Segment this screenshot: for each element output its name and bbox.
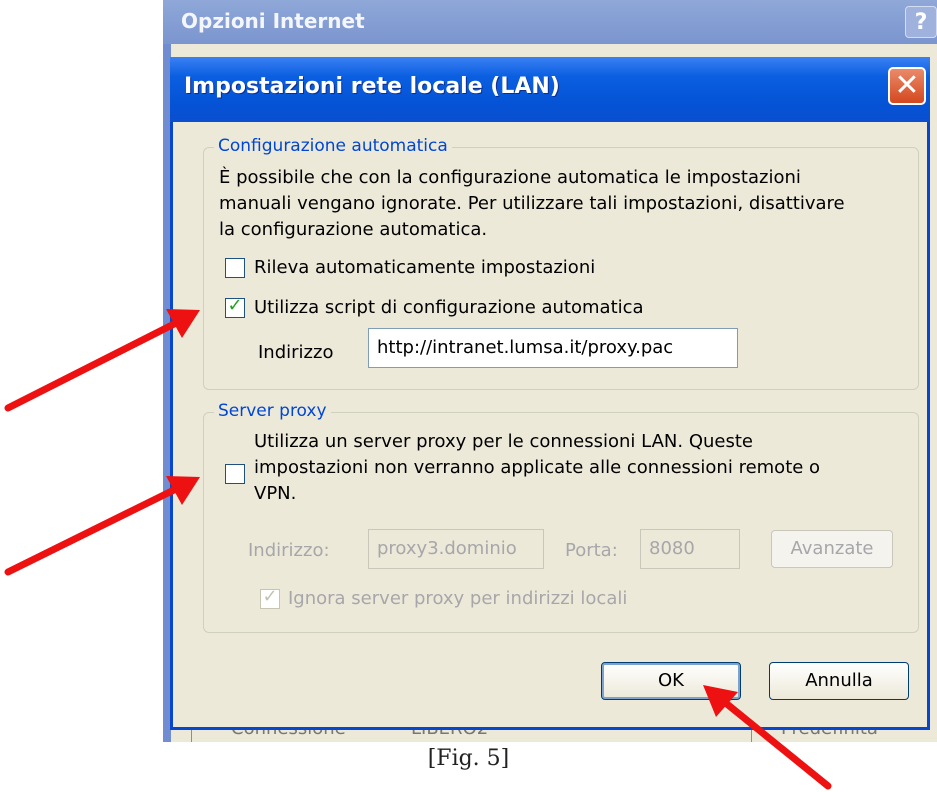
auto-config-description-line-3: la configurazione automatica.: [219, 219, 488, 240]
proxy-address-label: Indirizzo:: [248, 540, 330, 561]
script-address-label: Indirizzo: [258, 342, 334, 363]
bypass-local-label[interactable]: Ignora server proxy per indirizzi locali: [288, 586, 627, 612]
proxy-address-input[interactable]: proxy3.dominio: [368, 529, 544, 569]
lan-settings-dialog: Impostazioni rete locale (LAN) ✕ Configu…: [170, 57, 930, 730]
help-button[interactable]: ?: [905, 6, 937, 38]
ok-button[interactable]: OK: [601, 662, 741, 700]
use-proxy-label-line-1[interactable]: Utilizza un server proxy per le connessi…: [254, 429, 753, 455]
dialog-title: Impostazioni rete locale (LAN): [184, 74, 560, 99]
proxy-server-group: Server proxy Utilizza un server proxy pe…: [203, 401, 919, 633]
bypass-local-checkbox[interactable]: ✓: [260, 586, 280, 609]
dialog-titlebar: Impostazioni rete locale (LAN) ✕: [170, 57, 930, 122]
script-address-input[interactable]: http://intranet.lumsa.it/proxy.pac: [368, 328, 738, 368]
figure-caption: [Fig. 5]: [427, 746, 510, 771]
close-button[interactable]: ✕: [888, 67, 926, 105]
close-icon: ✕: [894, 68, 920, 103]
outer-titlebar: Opzioni Internet ?: [163, 0, 937, 44]
detect-settings-label[interactable]: Rileva automaticamente impostazioni: [254, 255, 595, 281]
proxy-port-input[interactable]: 8080: [640, 529, 740, 569]
detect-settings-checkbox[interactable]: [225, 258, 245, 278]
use-proxy-label-line-3[interactable]: VPN.: [254, 481, 296, 507]
use-proxy-label-line-2[interactable]: impostazioni non verranno applicate alle…: [254, 455, 820, 481]
checkmark-icon: ✓: [262, 586, 278, 607]
auto-config-description-line-2: manuali vengano ignorate. Per utilizzare…: [219, 193, 845, 214]
use-proxy-checkbox[interactable]: [225, 464, 245, 484]
proxy-server-legend: Server proxy: [214, 401, 331, 421]
use-script-label[interactable]: Utilizza script di configurazione automa…: [254, 295, 644, 321]
auto-config-legend: Configurazione automatica: [214, 136, 452, 156]
use-script-checkbox[interactable]: ✓: [225, 295, 245, 318]
advanced-button[interactable]: Avanzate: [771, 530, 893, 568]
auto-config-group: Configurazione automatica È possibile ch…: [203, 136, 919, 390]
auto-config-description-line-1: È possibile che con la configurazione au…: [219, 167, 801, 188]
proxy-port-label: Porta:: [565, 540, 618, 561]
cancel-button[interactable]: Annulla: [769, 662, 909, 700]
outer-window-title: Opzioni Internet: [181, 9, 365, 33]
checkmark-icon: ✓: [227, 295, 243, 316]
